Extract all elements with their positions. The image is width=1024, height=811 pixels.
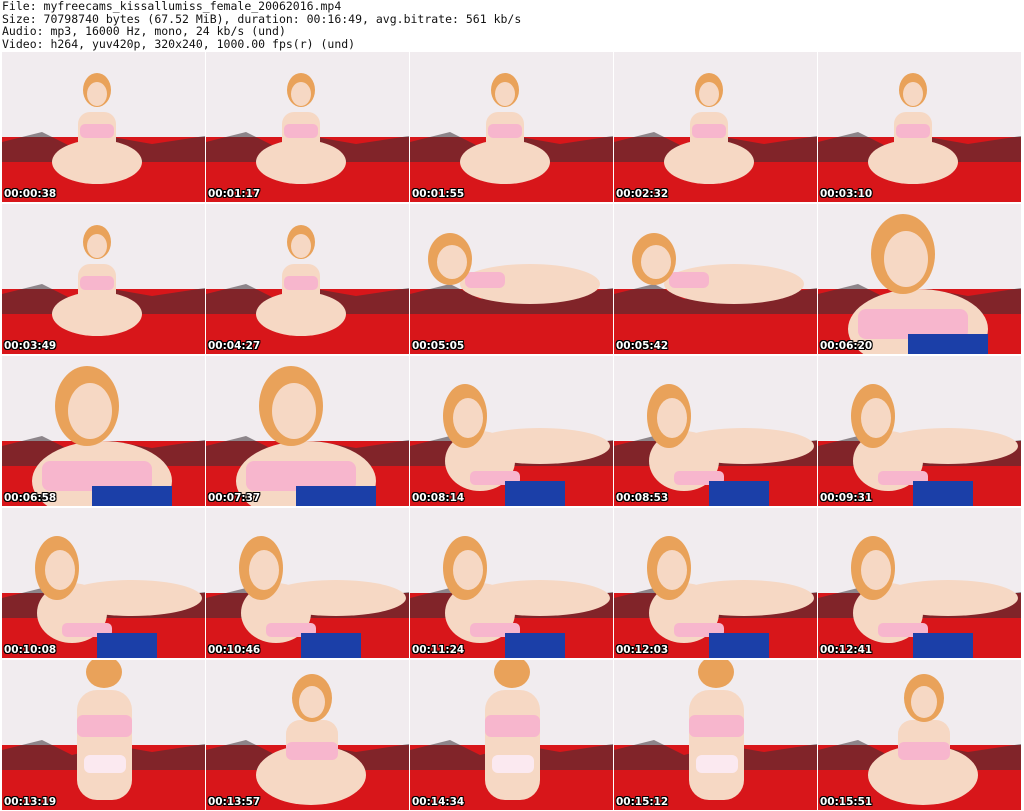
video-thumbnail: 00:08:14	[410, 356, 613, 506]
thumbnail-frame	[206, 508, 409, 658]
audio-info-line: Audio: mp3, 16000 Hz, mono, 24 kb/s (und…	[2, 24, 286, 38]
thumbnail-timestamp: 00:05:42	[616, 340, 669, 352]
thumbnail-timestamp: 00:10:46	[208, 644, 261, 656]
thumbnail-timestamp: 00:04:27	[208, 340, 261, 352]
thumbnail-frame	[206, 660, 409, 810]
thumbnail-timestamp: 00:01:55	[412, 188, 465, 200]
video-thumbnail: 00:03:49	[2, 204, 205, 354]
thumbnail-timestamp: 00:15:12	[616, 796, 669, 808]
thumbnail-timestamp: 00:07:37	[208, 492, 261, 504]
video-thumbnail: 00:10:46	[206, 508, 409, 658]
video-thumbnail: 00:00:38	[2, 52, 205, 202]
thumbnail-frame	[2, 52, 205, 202]
thumbnail-frame	[614, 204, 817, 354]
video-thumbnail: 00:05:42	[614, 204, 817, 354]
video-thumbnail: 00:13:57	[206, 660, 409, 810]
thumbnail-frame	[206, 204, 409, 354]
thumbnail-frame	[410, 508, 613, 658]
thumbnail-timestamp: 00:13:19	[4, 796, 57, 808]
thumbnail-frame	[818, 204, 1021, 354]
thumbnail-grid: 00:00:38 00:01:17 00:01:55 00:02:32 00:03:10…	[2, 52, 1022, 811]
thumbnail-frame	[614, 508, 817, 658]
thumbnail-frame	[2, 204, 205, 354]
thumbnail-frame	[2, 660, 205, 810]
video-thumbnail: 00:13:19	[2, 660, 205, 810]
video-thumbnail: 00:12:41	[818, 508, 1021, 658]
thumbnail-timestamp: 00:08:14	[412, 492, 465, 504]
thumbnail-frame	[2, 508, 205, 658]
video-info-line: Video: h264, yuv420p, 320x240, 1000.00 f…	[2, 36, 356, 51]
video-thumbnail: 00:06:20	[818, 204, 1021, 354]
thumbnail-timestamp: 00:08:53	[616, 492, 669, 504]
thumbnail-timestamp: 00:11:24	[412, 644, 465, 656]
video-thumbnail: 00:05:05	[410, 204, 613, 354]
thumbnail-frame	[410, 52, 613, 202]
thumbnail-timestamp: 00:03:49	[4, 340, 57, 352]
thumbnail-timestamp: 00:15:51	[820, 796, 873, 808]
video-thumbnail: 00:07:37	[206, 356, 409, 506]
thumbnail-timestamp: 00:06:58	[4, 492, 57, 504]
thumbnail-frame	[614, 52, 817, 202]
thumbnail-frame	[206, 52, 409, 202]
thumbnail-timestamp: 00:09:31	[820, 492, 873, 504]
video-thumbnail: 00:11:24	[410, 508, 613, 658]
video-thumbnail: 00:10:08	[2, 508, 205, 658]
thumbnail-frame	[410, 660, 613, 810]
video-thumbnail: 00:02:32	[614, 52, 817, 202]
video-thumbnail: 00:14:34	[410, 660, 613, 810]
thumbnail-timestamp: 00:10:08	[4, 644, 57, 656]
video-thumbnail: 00:09:31	[818, 356, 1021, 506]
video-thumbnail: 00:15:51	[818, 660, 1021, 810]
thumbnail-timestamp: 00:05:05	[412, 340, 465, 352]
file-name-line: File: myfreecams_kissallumiss_female_200…	[2, 0, 342, 13]
thumbnail-frame	[206, 356, 409, 506]
thumbnail-frame	[614, 356, 817, 506]
thumbnail-frame	[818, 508, 1021, 658]
thumbnail-frame	[2, 356, 205, 506]
video-thumbnail: 00:04:27	[206, 204, 409, 354]
thumbnail-timestamp: 00:02:32	[616, 188, 669, 200]
thumbnail-timestamp: 00:14:34	[412, 796, 465, 808]
thumbnail-frame	[818, 660, 1021, 810]
thumbnail-frame	[818, 52, 1021, 202]
thumbnail-frame	[818, 356, 1021, 506]
thumbnail-frame	[410, 204, 613, 354]
video-thumbnail: 00:15:12	[614, 660, 817, 810]
thumbnail-timestamp: 00:12:03	[616, 644, 669, 656]
video-thumbnail: 00:01:17	[206, 52, 409, 202]
video-thumbnail: 00:08:53	[614, 356, 817, 506]
thumbnail-frame	[614, 660, 817, 810]
thumbnail-timestamp: 00:00:38	[4, 188, 57, 200]
thumbnail-timestamp: 00:01:17	[208, 188, 261, 200]
video-thumbnail: 00:12:03	[614, 508, 817, 658]
thumbnail-timestamp: 00:06:20	[820, 340, 873, 352]
file-info-header: File: myfreecams_kissallumiss_female_200…	[2, 0, 1022, 50]
video-thumbnail: 00:03:10	[818, 52, 1021, 202]
video-thumbnail: 00:06:58	[2, 356, 205, 506]
thumbnail-frame	[410, 356, 613, 506]
thumbnail-timestamp: 00:13:57	[208, 796, 261, 808]
thumbnail-timestamp: 00:12:41	[820, 644, 873, 656]
thumbnail-timestamp: 00:03:10	[820, 188, 873, 200]
video-thumbnail: 00:01:55	[410, 52, 613, 202]
